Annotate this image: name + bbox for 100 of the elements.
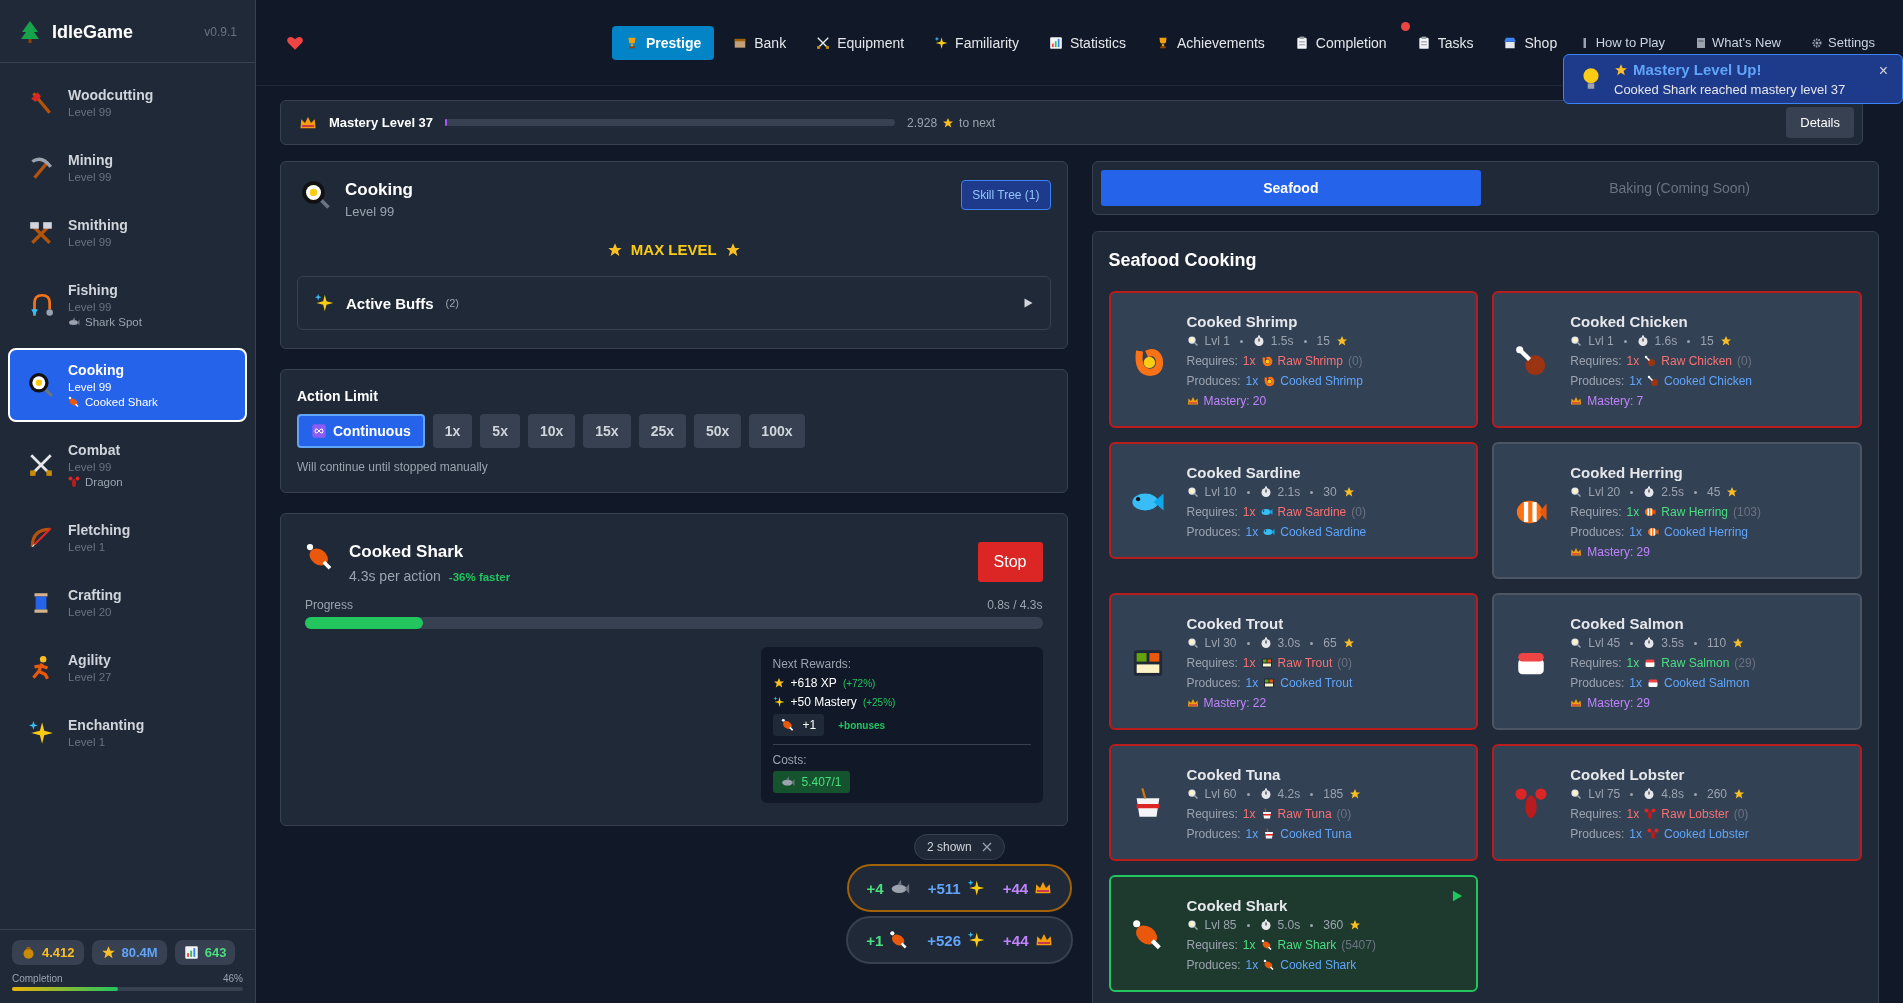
fish-icon	[1260, 506, 1273, 518]
filter-chip[interactable]: 2 shown	[913, 834, 1005, 860]
stop-button[interactable]: Stop	[977, 542, 1043, 582]
sidebar-item[interactable]: Fishing Level 99 Shark Spot	[8, 268, 247, 342]
bar-chart-icon	[183, 945, 199, 960]
takeout-box-icon	[1263, 828, 1276, 840]
action-time: 4.3s per action	[349, 568, 441, 584]
infinity-icon	[311, 423, 327, 439]
nav-tab[interactable]: Prestige	[612, 25, 715, 60]
details-button[interactable]: Details	[1786, 107, 1854, 138]
skill-name: Crafting	[68, 587, 122, 603]
requires-label: Requires:	[1570, 354, 1622, 368]
action-time: 3.0s	[1277, 636, 1301, 650]
active-buffs-toggle[interactable]: Active Buffs (2)	[297, 276, 1051, 330]
star-icon	[1349, 788, 1362, 800]
activity-text: Shark Spot	[85, 316, 142, 328]
sidebar-item[interactable]: Cooking Level 99 Cooked Shark	[8, 348, 247, 422]
close-button[interactable]: ×	[1872, 61, 1894, 81]
limit-option[interactable]: 10x	[527, 414, 576, 448]
quantity: 1x	[1629, 374, 1642, 388]
cost-chip: 5.407/1	[772, 771, 850, 793]
sidebar-item[interactable]: Mining Level 99	[8, 138, 247, 197]
progress-time: 0.8s / 4.3s	[987, 598, 1043, 612]
skill-name: Cooking	[68, 362, 125, 378]
stopwatch-icon	[1259, 919, 1272, 931]
crown-icon	[1570, 697, 1583, 709]
nav-tab[interactable]: Bank	[722, 25, 798, 60]
buffs-count: (2)	[445, 297, 459, 309]
meat-icon	[1263, 959, 1276, 971]
nav-link[interactable]: Settings	[1805, 34, 1881, 51]
limit-option[interactable]: 1x	[432, 414, 473, 448]
skill-level: Level 1	[68, 541, 107, 553]
nav-tab[interactable]: Equipment	[805, 25, 916, 60]
recipe-card[interactable]: Cooked Shark Lvl 85 5.0s 360 Requires: 1x Raw Shark (5407) Produces: 1x Cooked Shark	[1108, 875, 1479, 992]
costs-title: Costs:	[772, 753, 808, 767]
sidebar-item[interactable]: Smithing Level 99	[8, 203, 247, 262]
skill-title: Cooking	[345, 180, 413, 200]
nav-tab[interactable]: Familiarity	[923, 25, 1030, 60]
nav-tab[interactable]: Completion	[1283, 25, 1398, 60]
requires-label: Requires:	[1186, 656, 1238, 670]
ingredient-name: Raw Chicken	[1661, 354, 1732, 368]
nav-tab[interactable]: Tasks	[1405, 25, 1485, 60]
skill-name: Enchanting	[68, 717, 145, 733]
owned-count: (103)	[1733, 505, 1761, 519]
sidebar-item[interactable]: Agility Level 27	[8, 638, 247, 697]
level-requirement: Lvl 10	[1204, 485, 1237, 499]
meat-icon	[780, 718, 795, 732]
crossed-swords-icon	[28, 452, 54, 478]
takeout-box-icon	[1260, 808, 1273, 820]
limit-option[interactable]: 100x	[749, 414, 805, 448]
sidebar-item[interactable]: Crafting Level 20	[8, 573, 247, 632]
level-requirement: Lvl 1	[1588, 334, 1614, 348]
sidebar-item[interactable]: Combat Level 99 Dragon	[8, 428, 247, 502]
category-tab[interactable]: Seafood	[1100, 170, 1482, 206]
xp-value: 45	[1706, 485, 1721, 499]
sidebar-item[interactable]: Woodcutting Level 99	[8, 73, 247, 132]
produces-label: Produces:	[1570, 827, 1625, 841]
action-time: 3.5s	[1661, 636, 1684, 650]
recipe-card[interactable]: Cooked Tuna Lvl 60 4.2s 185 Requires: 1x Raw Tuna (0) Produces: 1x Cooked Tuna	[1108, 744, 1479, 861]
activity-text: Dragon	[85, 476, 123, 488]
buffs-label: Active Buffs	[346, 294, 434, 312]
nav-tab[interactable]: Achievements	[1144, 25, 1276, 60]
sidebar-item[interactable]: Enchanting Level 1	[8, 703, 247, 762]
lobster-icon	[1514, 786, 1549, 821]
xp-value: 15	[1700, 334, 1714, 348]
crown-icon	[1570, 395, 1583, 407]
lobster-icon	[1646, 828, 1659, 840]
nav-link[interactable]: What's New	[1689, 34, 1787, 51]
limit-option[interactable]: 5x	[480, 414, 520, 448]
recipe-card[interactable]: Cooked Salmon Lvl 45 3.5s 110 Requires: 1x Raw Salmon (29) Produces: 1x Cooked Salmon Mastery: 29	[1492, 593, 1862, 730]
axe-icon	[28, 89, 54, 116]
recipe-card[interactable]: Cooked Herring Lvl 20 2.5s 45 Requires: 1x Raw Herring (103) Produces: 1x Cooked Herring Mastery: 29	[1492, 442, 1862, 579]
stopwatch-icon	[1259, 788, 1272, 800]
quantity: 1x	[1245, 827, 1259, 841]
limit-option[interactable]: 15x	[583, 414, 631, 448]
level-requirement: Lvl 1	[1204, 334, 1230, 348]
mastery-level: Mastery: 7	[1587, 394, 1644, 408]
settings-icon	[1811, 36, 1823, 49]
nav-tab[interactable]: Shop	[1492, 25, 1569, 60]
action-name: Cooked Shark	[349, 542, 465, 562]
sidebar-item[interactable]: Fletching Level 1	[8, 508, 247, 567]
mastery-level: Mastery: 29	[1587, 545, 1650, 559]
magnifier-icon	[1570, 486, 1583, 498]
stopwatch-icon	[1259, 486, 1272, 498]
product-name: Cooked Shark	[1280, 958, 1357, 972]
limit-option[interactable]: 50x	[694, 414, 742, 448]
skill-tree-button[interactable]: Skill Tree (1)	[961, 180, 1051, 210]
clipboard-icon	[1294, 35, 1309, 50]
skill-name: Smithing	[68, 217, 128, 233]
action-time: 4.2s	[1277, 787, 1301, 801]
star-icon	[100, 945, 116, 960]
skill-name: Fletching	[68, 522, 131, 538]
crown-icon	[1186, 395, 1199, 407]
nav-link[interactable]: How to Play	[1572, 34, 1672, 51]
product-name: Cooked Chicken	[1663, 374, 1753, 388]
limit-option[interactable]: 25x	[638, 414, 686, 448]
reward-bonus: (+72%)	[842, 677, 876, 689]
star-icon	[1342, 486, 1355, 498]
nav-tab[interactable]: Statistics	[1037, 25, 1137, 60]
limit-option[interactable]: Continuous	[297, 414, 425, 448]
